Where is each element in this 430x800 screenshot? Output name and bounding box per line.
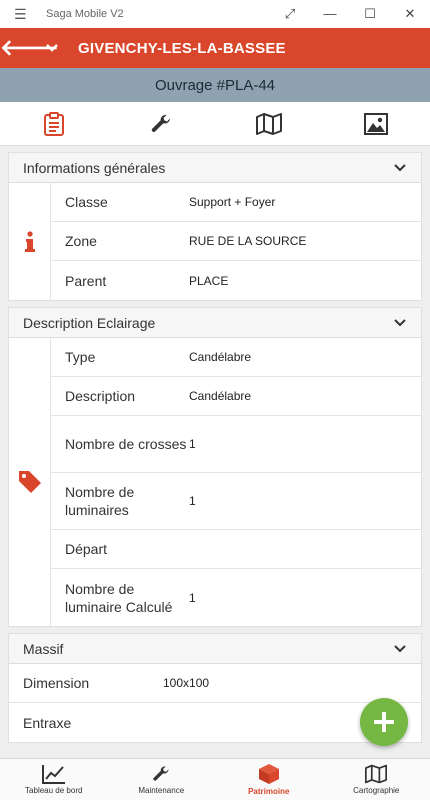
field-row: Dimension 100x100	[9, 664, 421, 703]
section-header-massif[interactable]: Massif	[9, 634, 421, 664]
cube-icon	[258, 764, 279, 784]
chevron-down-icon	[394, 318, 406, 326]
field-value: Support + Foyer	[189, 195, 276, 209]
tag-icon	[18, 471, 41, 493]
section-header-general[interactable]: Informations générales	[9, 153, 421, 183]
field-label: Type	[65, 349, 96, 365]
field-row: Nombre de luminaires 1	[51, 473, 421, 530]
chevron-down-icon[interactable]	[40, 40, 64, 56]
section-icon-area	[9, 183, 51, 300]
page-title: GIVENCHY-LES-LA-BASSEE	[78, 39, 286, 57]
tab-details[interactable]	[0, 102, 108, 145]
section-eclairage: Description Eclairage Type Candélabre De…	[8, 307, 422, 627]
field-value: Candélabre	[189, 389, 252, 403]
nav-item-cartographie[interactable]: Cartographie	[323, 759, 430, 800]
field-row: Classe Support + Foyer	[51, 183, 421, 222]
ouvrage-title: Ouvrage #PLA-44	[154, 76, 276, 94]
field-value: PLACE	[189, 273, 229, 288]
nav-label: Tableau de bord	[25, 786, 83, 795]
field-value: 1	[189, 590, 196, 605]
wrench-icon	[152, 114, 171, 132]
field-label: Parent	[65, 272, 107, 289]
section-title: Description Eclairage	[23, 314, 156, 331]
field-value: RUE DE LA SOURCE	[189, 234, 307, 248]
tab-maintenance[interactable]	[108, 102, 216, 145]
section-header-eclairage[interactable]: Description Eclairage	[9, 308, 421, 338]
nav-label: Maintenance	[138, 786, 185, 795]
hamburger-menu-icon[interactable]: ☰	[14, 6, 36, 23]
field-row: Nombre de crosses 1	[51, 416, 421, 473]
window-controls: ⤢ — ☐ ✕	[270, 0, 430, 28]
field-label: Entraxe	[23, 714, 72, 731]
field-row: Description Candélabre	[51, 377, 421, 416]
chevron-down-icon	[394, 163, 406, 171]
minimize-button[interactable]: —	[310, 0, 350, 28]
chart-line-icon	[41, 765, 65, 784]
chevron-down-icon	[394, 644, 406, 652]
wrench-icon	[153, 766, 169, 781]
map-icon	[365, 764, 388, 784]
field-value: 100x100	[163, 676, 210, 690]
bottom-navigation: Tableau de bord Maintenance Patrimoine C…	[0, 758, 430, 800]
info-icon	[24, 230, 35, 252]
nav-item-dashboard[interactable]: Tableau de bord	[0, 759, 108, 800]
scroll-content[interactable]: Informations générales Classe Support + …	[0, 146, 430, 758]
field-row: Parent PLACE	[51, 261, 421, 300]
arrow-left-icon[interactable]: 🡐	[0, 35, 59, 61]
close-button[interactable]: ✕	[390, 0, 430, 28]
maximize-button[interactable]: ☐	[350, 0, 390, 28]
field-label: Nombre de luminaire Calculé	[65, 580, 173, 615]
field-value: 1	[189, 437, 196, 451]
clipboard-icon	[43, 111, 64, 136]
add-button[interactable]	[360, 698, 408, 746]
field-label: Zone	[65, 233, 97, 249]
fullscreen-button[interactable]: ⤢	[270, 0, 310, 28]
nav-item-patrimoine[interactable]: Patrimoine	[215, 759, 323, 800]
field-row: Zone RUE DE LA SOURCE	[51, 222, 421, 261]
field-row: Départ	[51, 530, 421, 569]
section-icon-area	[9, 338, 51, 626]
window-title: Saga Mobile V2	[46, 8, 124, 20]
field-row: Type Candélabre	[51, 338, 421, 377]
section-general: Informations générales Classe Support + …	[8, 152, 422, 301]
ouvrage-header: Ouvrage #PLA-44	[0, 68, 430, 102]
field-label: Dimension	[23, 675, 90, 691]
field-value: Candélabre	[189, 350, 252, 364]
app-header: 🡐 GIVENCHY-LES-LA-BASSEE	[0, 28, 430, 68]
field-label: Description	[65, 388, 136, 404]
field-label: Nombre de crosses	[65, 436, 187, 452]
section-title: Informations générales	[23, 159, 166, 176]
nav-label: Patrimoine	[248, 787, 290, 796]
map-icon	[255, 112, 282, 135]
nav-label: Cartographie	[353, 786, 400, 795]
field-value: 1	[189, 494, 196, 508]
field-row: Nombre de luminaire Calculé 1	[51, 569, 421, 626]
field-label: Classe	[65, 194, 108, 210]
nav-item-maintenance[interactable]: Maintenance	[108, 759, 216, 800]
plus-icon	[374, 712, 394, 732]
tab-photos[interactable]	[323, 102, 430, 145]
section-title: Massif	[23, 640, 64, 657]
field-label: Nombre de luminaires	[65, 484, 135, 518]
window-titlebar: ☰ Saga Mobile V2 ⤢ — ☐ ✕	[0, 0, 430, 28]
image-icon	[364, 112, 389, 135]
detail-tabs	[0, 102, 430, 146]
tab-map[interactable]	[215, 102, 323, 145]
field-label: Départ	[65, 541, 108, 557]
